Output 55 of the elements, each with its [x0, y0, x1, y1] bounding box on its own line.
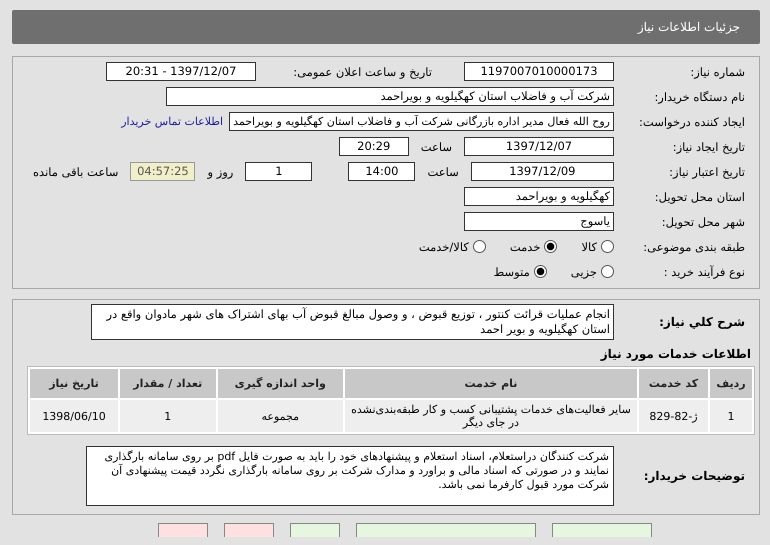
column-header: تاریخ نیاز [30, 369, 118, 398]
category-radio[interactable]: کالا/خدمت [418, 240, 486, 254]
announce-date-field: 1397/12/07 - 20:31 [106, 62, 256, 81]
time-label: ساعت [420, 140, 453, 154]
time-label: ساعت [426, 164, 460, 178]
field-label: شرح کلي نياز: [658, 315, 746, 329]
field-label: شهر محل تحویل: [660, 214, 746, 228]
validity-date-field: 1397/12/09 [470, 162, 614, 181]
summary-field: انجام عملیات قرائت کنتور ، توزیع قبوض ، و وصول مبالغ قبوض آب بهای اشتراک های شهر مادوان واقع در استان کهگیلویه و بویر احمد [91, 304, 614, 340]
remaining-label: ساعت باقی مانده [32, 164, 120, 178]
field-label: تاریخ و ساعت اعلان عمومی: [292, 64, 432, 78]
created-date-field: 1397/12/07 [464, 137, 614, 156]
field-label: نوع فرآیند خرید : [662, 264, 746, 278]
process-radio[interactable]: متوسط [494, 264, 547, 278]
column-header: کد خدمت [638, 369, 708, 398]
table-cell: سایر فعالیت‌های خدمات پشتیبانی کسب و کار طبقه‌بندی‌نشده در جای دیگر [344, 400, 637, 432]
remaining-time-field: 04:57:25 [130, 162, 196, 181]
notes-field: شرکت کنندگان دراستعلام، اسناد استعلام و پیشنهادهای خود را باید به صورت فایل pdf بر روی سامانه بارگذاری نمایند و در صورتی که اسناد مالی و براورد و مدارک شرکت بر روی سامانه بارگذاری نگردد قیمت پیشنهادی آن شرکت مورد قبول کارفرما نمی باشد. [86, 446, 614, 506]
table-cell: ژ-82-829 [638, 400, 708, 432]
action-button[interactable] [356, 523, 536, 537]
action-button[interactable] [224, 523, 274, 537]
need-number-field: 1197007010000173 [464, 62, 614, 81]
field-label: تاریخ اعتبار نیاز: [668, 164, 746, 178]
table-cell: مجموعه [218, 400, 343, 432]
days-field: 1 [245, 162, 312, 181]
action-button[interactable] [290, 523, 340, 537]
field-label: تاریخ ایجاد نیاز: [672, 140, 746, 154]
city-field: یاسوج [464, 212, 614, 231]
table-cell: 1 [120, 400, 216, 432]
process-radio[interactable]: جزیی [570, 264, 614, 278]
requester-field: روح الله فعال مدیر اداره بازرگانی شرکت آب و فاضلاب استان کهگیلویه و بویراحمد [229, 112, 614, 131]
action-button[interactable] [552, 523, 652, 537]
column-header: ردیف [710, 369, 752, 398]
field-label: طبقه بندی موضوعی: [642, 240, 746, 254]
table-cell: 1 [710, 400, 752, 432]
category-radio[interactable]: خدمت [510, 240, 558, 254]
province-field: کهگیلویه و بویراحمد [464, 187, 614, 206]
table-cell: 1398/06/10 [30, 400, 118, 432]
field-label: شماره نیاز: [689, 64, 746, 78]
buyer-contact-link[interactable]: اطلاعات تماس خریدار [121, 115, 224, 128]
field-label: ایجاد کننده درخواست: [638, 114, 746, 128]
field-label: نام دستگاه خریدار: [653, 90, 746, 104]
field-label: توضیحات خریدار: [642, 469, 746, 483]
validity-time-field: 14:00 [348, 162, 416, 181]
section-title: اطلاعات خدمات مورد نیاز [599, 347, 751, 361]
field-label: استان محل تحویل: [654, 190, 746, 204]
column-header: تعداد / مقدار [120, 369, 216, 398]
created-time-field: 20:29 [338, 137, 409, 156]
days-label: روز و [206, 164, 234, 178]
action-button[interactable] [158, 523, 208, 537]
column-header: واحد اندازه گیری [218, 369, 343, 398]
column-header: نام خدمت [344, 369, 637, 398]
buyer-org-field: شرکت آب و فاضلاب استان کهگیلویه و بویراحمد [166, 87, 614, 106]
category-radio[interactable]: کالا [581, 240, 614, 254]
page-title: جزئیات اطلاعات نیاز [638, 20, 740, 34]
